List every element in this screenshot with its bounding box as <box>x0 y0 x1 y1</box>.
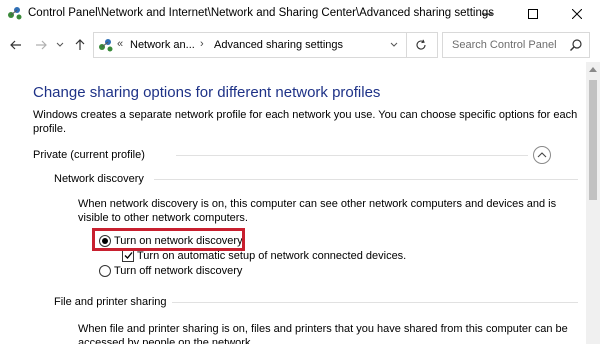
arrow-left-icon <box>10 40 21 50</box>
up-button[interactable] <box>72 37 88 53</box>
chevron-down-icon <box>56 42 64 47</box>
vertical-scrollbar[interactable] <box>586 62 600 344</box>
page-description: Windows creates a separate network profi… <box>33 109 578 135</box>
navigation-bar: « Network an... › Advanced sharing setti… <box>0 28 600 62</box>
maximize-icon <box>528 9 538 19</box>
close-button[interactable] <box>554 0 600 28</box>
private-profile-header[interactable]: Private (current profile) <box>33 149 145 161</box>
chevron-down-icon <box>390 42 398 47</box>
section-divider <box>154 179 578 180</box>
minimize-icon <box>482 13 492 15</box>
collapse-button[interactable] <box>533 146 551 164</box>
address-overflow[interactable]: « <box>117 38 123 50</box>
refresh-icon <box>416 39 426 50</box>
content-pane: Change sharing options for different net… <box>0 62 600 344</box>
back-button[interactable] <box>8 37 24 53</box>
window-title: Control Panel\Network and Internet\Netwo… <box>28 7 495 19</box>
arrow-right-icon <box>36 40 47 50</box>
title-bar: Control Panel\Network and Internet\Netwo… <box>0 0 600 28</box>
minimize-button[interactable] <box>464 0 510 28</box>
address-dropdown-button[interactable] <box>383 32 405 58</box>
section-divider <box>172 302 578 303</box>
file-printer-sharing-text: When file and printer sharing is on, fil… <box>78 323 568 344</box>
section-divider <box>176 155 528 156</box>
highlight-box <box>92 228 245 251</box>
search-icon[interactable] <box>569 38 583 52</box>
close-icon <box>572 9 582 19</box>
file-printer-sharing-heading: File and printer sharing <box>54 296 167 308</box>
search-placeholder: Search Control Panel <box>452 39 557 51</box>
auto-setup-label[interactable]: Turn on automatic setup of network conne… <box>137 250 406 262</box>
recent-locations-button[interactable] <box>54 37 66 53</box>
control-panel-icon <box>98 38 114 52</box>
control-panel-icon <box>7 6 23 20</box>
network-discovery-off-label[interactable]: Turn off network discovery <box>114 265 242 277</box>
forward-button[interactable] <box>33 37 49 53</box>
checkmark-icon <box>124 252 133 259</box>
page-title: Change sharing options for different net… <box>33 84 381 101</box>
auto-setup-checkbox[interactable] <box>122 250 134 262</box>
address-segment-network[interactable]: Network an... <box>130 39 195 51</box>
maximize-button[interactable] <box>510 0 556 28</box>
network-discovery-heading: Network discovery <box>54 173 144 185</box>
refresh-button[interactable] <box>406 32 434 58</box>
network-discovery-text: When network discovery is on, this compu… <box>78 198 557 224</box>
search-input[interactable]: Search Control Panel <box>442 32 590 58</box>
network-discovery-off-radio[interactable] <box>99 265 111 277</box>
address-separator[interactable]: › <box>200 38 204 50</box>
scroll-thumb[interactable] <box>589 80 597 200</box>
chevron-up-icon <box>537 152 547 158</box>
scroll-up-icon[interactable] <box>589 66 597 72</box>
arrow-up-icon <box>75 39 85 50</box>
address-segment-advanced-sharing[interactable]: Advanced sharing settings <box>214 39 343 51</box>
